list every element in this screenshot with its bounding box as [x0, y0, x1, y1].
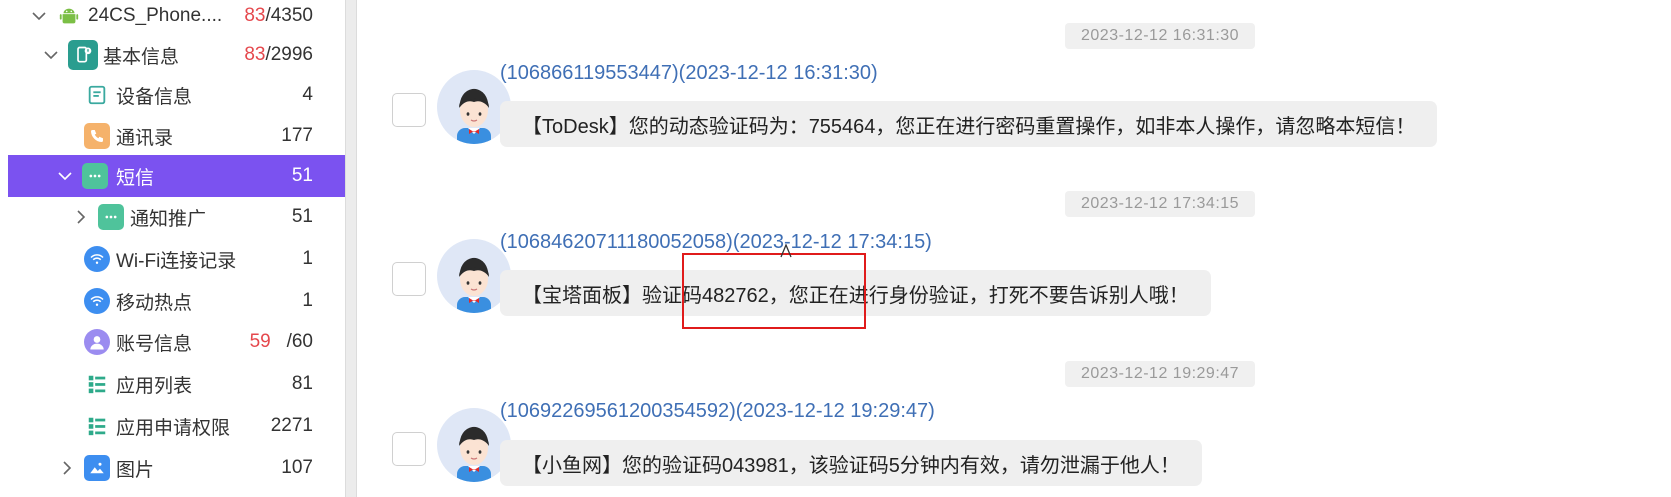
tree-item-count: 177	[281, 125, 313, 146]
message-bubble: 【小鱼网】您的验证码043981，该验证码5分钟内有效，请勿泄漏于他人！	[500, 440, 1202, 486]
device-info-icon	[84, 82, 110, 108]
tree-item-count: 51	[291, 165, 313, 186]
tree-item-count: 59 /60	[249, 331, 313, 352]
tree-item-count: 2271	[270, 415, 313, 436]
panel-splitter[interactable]	[345, 0, 357, 497]
message-timestamp: 2023-12-12 16:31:30	[1065, 23, 1256, 49]
tree-item-account[interactable]: 账号信息 59 /60	[8, 321, 345, 363]
account-icon	[84, 329, 110, 355]
message-timestamp: 2023-12-12 19:29:47	[1065, 361, 1256, 387]
tree-item-label: 设备信息	[116, 86, 193, 108]
tree-item-label: 图片	[116, 459, 155, 481]
tree-item-label: 通知推广	[130, 208, 207, 230]
sms-icon	[98, 204, 124, 230]
tree-item-wifi[interactable]: Wi-Fi连接记录 1	[8, 238, 345, 280]
wifi-icon	[84, 246, 110, 272]
tree-item-device-info[interactable]: 设备信息 4	[8, 74, 345, 116]
message-sender: (106866119553447)(2023-12-12 16:31:30)	[500, 62, 878, 84]
tree-item-count: 107	[281, 457, 313, 478]
message-bubble: 【ToDesk】您的动态验证码为：755464，您正在进行密码重置操作，如非本人…	[500, 101, 1438, 147]
tree-item-device[interactable]: 24CS_Phone.... 83/4350	[8, 0, 345, 37]
tree-item-label: 短信	[116, 167, 155, 189]
tree-item-label: 账号信息	[116, 333, 193, 355]
tree-item-count: 83/4350	[244, 5, 313, 26]
mouse-cursor-icon	[780, 244, 792, 258]
tree-item-label: 通讯录	[116, 127, 174, 149]
tree-item-label: Wi-Fi连接记录	[116, 250, 237, 272]
tree-item-count: 81	[291, 373, 313, 394]
tree-item-label: 基本信息	[103, 46, 180, 68]
chevron-down-icon[interactable]	[54, 165, 76, 187]
app-list-icon	[84, 371, 110, 397]
tree-item-label: 应用申请权限	[116, 417, 231, 439]
tree-item-images[interactable]: 图片 107	[8, 447, 345, 489]
chevron-down-icon[interactable]	[28, 5, 50, 27]
tree-item-count: 1	[302, 248, 313, 269]
tree-item-count: 1	[302, 290, 313, 311]
sms-icon	[82, 163, 108, 189]
tree-item-contacts[interactable]: 通讯录 177	[8, 115, 345, 157]
evidence-tree-sidebar: 24CS_Phone.... 83/4350 基本信息 83/2996 设备信息…	[0, 0, 345, 497]
tree-item-label: 24CS_Phone....	[88, 5, 223, 26]
tree-item-hotspot[interactable]: 移动热点 1	[8, 280, 345, 322]
tree-item-count: 4	[302, 84, 313, 105]
tree-item-app-permissions[interactable]: 应用申请权限 2271	[8, 405, 345, 447]
tree-item-basic-info[interactable]: 基本信息 83/2996	[8, 34, 345, 76]
hotspot-icon	[84, 288, 110, 314]
message-select-checkbox[interactable]	[392, 262, 426, 296]
tree-item-sms[interactable]: 短信 51	[8, 155, 345, 197]
image-icon	[84, 455, 110, 481]
message-sender: (1069226956120035459​2)(2023-12-12 19:29…	[500, 400, 935, 422]
contacts-icon	[84, 123, 110, 149]
tree-item-label: 应用列表	[116, 375, 193, 397]
chevron-right-icon[interactable]	[56, 457, 78, 479]
phone-info-icon	[68, 40, 98, 70]
chevron-down-icon[interactable]	[40, 44, 62, 66]
tree-item-count: 83/2996	[244, 44, 313, 65]
tree-item-label: 移动热点	[116, 292, 193, 314]
tree-item-notification[interactable]: 通知推广 51	[8, 196, 345, 238]
tree-item-app-list[interactable]: 应用列表 81	[8, 363, 345, 405]
message-select-checkbox[interactable]	[392, 432, 426, 466]
sms-message-list: 2023-12-12 16:31:30 (106866119553447)(20…	[357, 0, 1671, 497]
message-bubble: 【宝塔面板】验证码482762，您正在进行身份验证，打死不要告诉别人哦！	[500, 270, 1211, 316]
chevron-right-icon[interactable]	[70, 206, 92, 228]
message-select-checkbox[interactable]	[392, 93, 426, 127]
message-timestamp: 2023-12-12 17:34:15	[1065, 191, 1256, 217]
android-icon	[56, 3, 82, 29]
tree-item-count: 51	[291, 206, 313, 227]
app-permission-icon	[84, 413, 110, 439]
message-sender: (1068462071118005205​8)(2023-12-12 17:34…	[500, 231, 932, 253]
